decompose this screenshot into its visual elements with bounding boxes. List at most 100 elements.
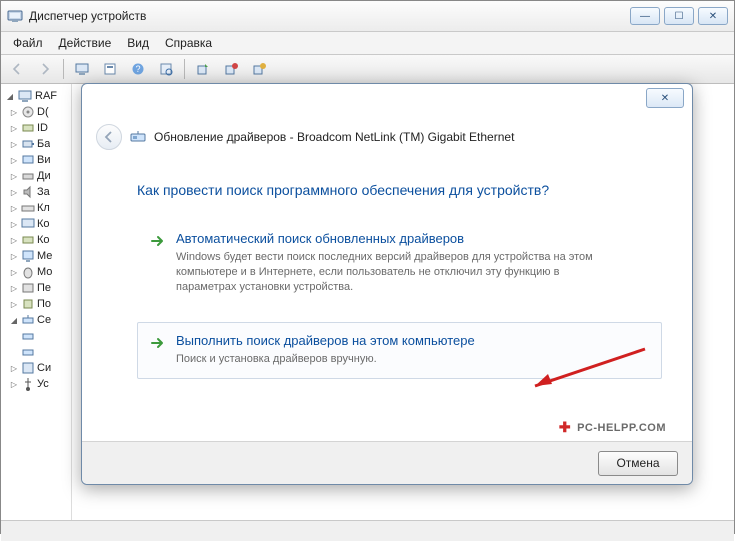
dialog-device-name: Broadcom NetLink (TM) Gigabit Ethernet [297,130,514,144]
window-title: Диспетчер устройств [29,9,146,23]
toolbar-disable-icon[interactable] [247,57,271,81]
dialog-question: Как провести поиск программного обеспече… [137,182,662,198]
tree-node[interactable]: ▷Ко [3,232,71,248]
toolbar-uninstall-icon[interactable] [219,57,243,81]
tree-node-label: По [37,298,51,310]
expand-icon[interactable]: ▷ [9,124,19,133]
controller-icon [21,233,35,247]
dialog-title-prefix: Обновление драйверов - [154,130,297,144]
tree-node-label: Ди [37,170,51,182]
expand-icon[interactable]: ▷ [9,364,19,373]
expand-icon[interactable]: ▷ [9,268,19,277]
expand-icon[interactable]: ▷ [9,108,19,117]
statusbar [1,520,734,541]
option-auto-search[interactable]: Автоматический поиск обновленных драйвер… [137,220,662,308]
tree-node[interactable]: ▷ Ко [3,216,71,232]
tree-node[interactable]: ▷ Ви [3,152,71,168]
expand-icon[interactable]: ▷ [9,140,19,149]
expand-icon[interactable]: ▷ [9,172,19,181]
toolbar-properties-icon[interactable] [98,57,122,81]
dialog-close-button[interactable]: ✕ [646,88,684,108]
watermark: ✚ PC-HELPP.COM [559,419,666,436]
system-icon [21,361,35,375]
collapse-icon[interactable]: ◢ [5,92,15,101]
expand-icon[interactable]: ▷ [9,284,19,293]
dialog-titlebar: ✕ [82,84,692,120]
tree-node-label: Се [37,314,51,326]
menu-file[interactable]: Файл [5,34,51,52]
menu-help[interactable]: Справка [157,34,220,52]
tree-node[interactable]: ▷Ме [3,248,71,264]
tree-node[interactable]: ▷ Ба [3,136,71,152]
tree-node[interactable] [3,344,71,360]
tree-node[interactable]: ▷ Кл [3,200,71,216]
tree-node-label: Си [37,362,51,374]
expand-icon[interactable]: ▷ [9,156,19,165]
tree-node-label: Кл [37,202,50,214]
app-icon [7,8,23,24]
menu-action[interactable]: Действие [51,34,120,52]
usb-icon [21,377,35,391]
tree-node[interactable]: ▷За [3,184,71,200]
tree-node[interactable]: ▷D( [3,104,71,120]
close-button[interactable]: ✕ [698,7,728,25]
tree-node-label: Пе [37,282,51,294]
tree-node[interactable]: ▷ Ус [3,376,71,392]
option-auto-desc: Windows будет вести поиск последних верс… [176,250,596,295]
computer-icon [18,89,32,103]
expand-icon[interactable]: ▷ [9,220,19,229]
toolbar-help-icon[interactable]: ? [126,57,150,81]
tree-node[interactable]: ▷ Ди [3,168,71,184]
tree-node[interactable] [3,328,71,344]
tree-root[interactable]: ◢ RAF [3,88,71,104]
option-browse-computer[interactable]: Выполнить поиск драйверов на этом компью… [137,322,662,380]
expand-icon[interactable]: ▷ [9,300,19,309]
tree-node-label: Ви [37,154,50,166]
tree-node[interactable]: ▷ По [3,296,71,312]
device-tree[interactable]: ◢ RAF ▷D( ▷ ID ▷ Ба ▷ Ви ▷ Ди ▷За ▷ Кл ▷ Ко ▷ К… [1,84,72,520]
toolbar-back-icon[interactable] [5,57,29,81]
collapse-icon[interactable]: ◢ [9,316,19,325]
expand-icon[interactable]: ▷ [9,236,19,245]
toolbar-sep [184,59,185,79]
tree-node-label: Ус [37,378,49,390]
tree-node[interactable]: ▷Мо [3,264,71,280]
monitor-icon [21,249,35,263]
plus-icon: ✚ [559,419,571,436]
network-icon [21,313,35,327]
device-manager-window: Диспетчер устройств — ☐ ✕ Файл Действие … [0,0,735,534]
expand-icon[interactable]: ▷ [9,252,19,261]
back-button[interactable] [96,124,122,150]
tree-node-label: ID [37,122,48,134]
option-browse-title: Выполнить поиск драйверов на этом компью… [176,333,647,348]
toolbar-scan-icon[interactable] [154,57,178,81]
tree-node[interactable]: ▷ Си [3,360,71,376]
mouse-icon [21,265,35,279]
tree-node[interactable]: ◢ Се [3,312,71,328]
computer-icon [21,217,35,231]
expand-icon[interactable]: ▷ [9,380,19,389]
toolbar-update-icon[interactable] [191,57,215,81]
toolbar: ? [1,55,734,84]
toolbar-computer-icon[interactable] [70,57,94,81]
tree-node[interactable]: ▷ Пе [3,280,71,296]
sound-icon [21,185,35,199]
device-icon [130,129,146,145]
minimize-button[interactable]: — [630,7,660,25]
display-icon [21,153,35,167]
adapter-icon [21,345,35,359]
arrow-right-icon [150,233,166,249]
tree-node-label: Ко [37,218,50,230]
dialog-body: Как провести поиск программного обеспече… [82,162,692,401]
maximize-button[interactable]: ☐ [664,7,694,25]
cancel-button[interactable]: Отмена [598,451,678,476]
tree-root-label: RAF [35,90,57,102]
tree-node[interactable]: ▷ ID [3,120,71,136]
toolbar-fwd-icon[interactable] [33,57,57,81]
expand-icon[interactable]: ▷ [9,188,19,197]
tree-node-label: Ба [37,138,50,150]
processor-icon [21,297,35,311]
keyboard-icon [21,201,35,215]
menu-view[interactable]: Вид [119,34,157,52]
expand-icon[interactable]: ▷ [9,204,19,213]
